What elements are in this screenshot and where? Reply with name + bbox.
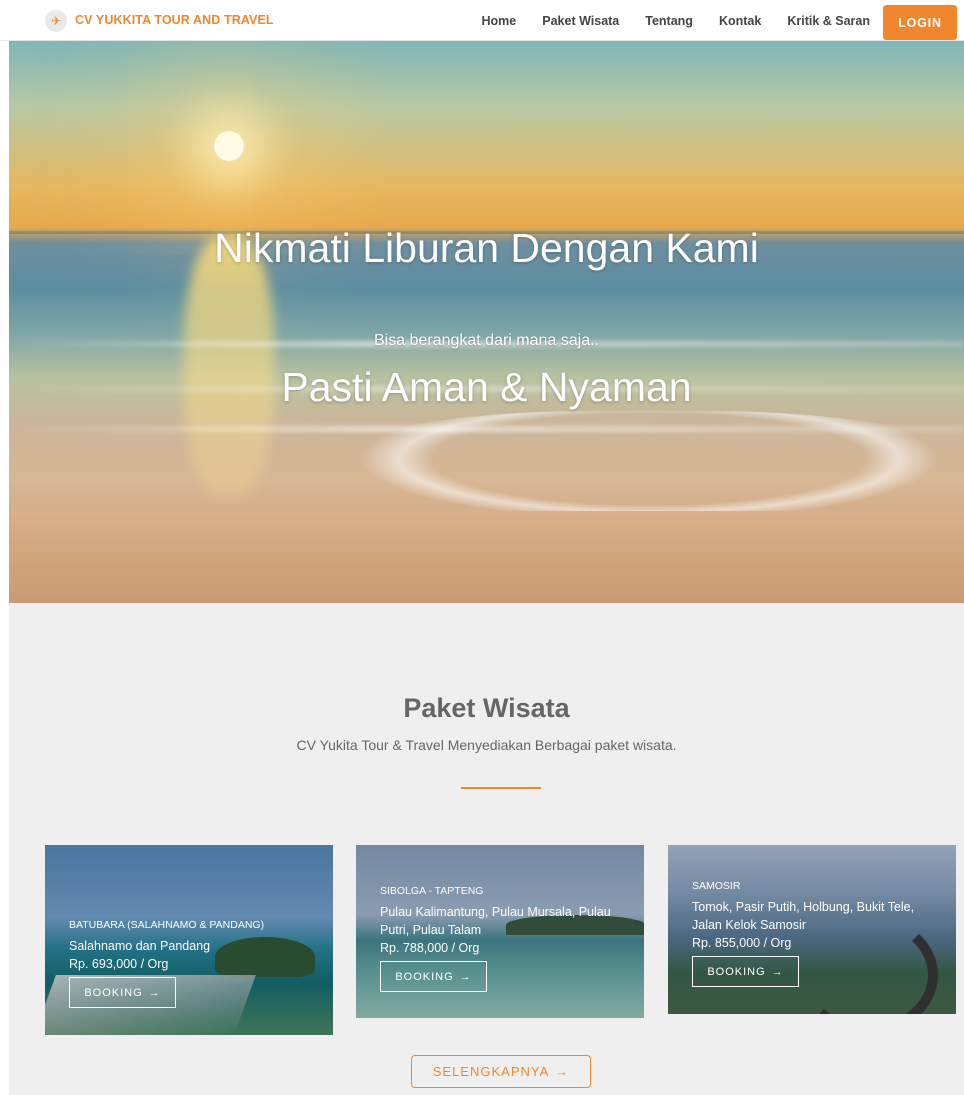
card-destinations: Salahnamo dan Pandang	[69, 939, 211, 953]
booking-button[interactable]: BOOKING →	[69, 977, 176, 1008]
nav-paket-wisata[interactable]: Paket Wisata	[542, 14, 619, 28]
card-price: Rp. 855,000 / Org	[692, 936, 792, 950]
card-region: SIBOLGA - TAPTENG	[380, 885, 484, 897]
plane-logo-icon: ✈	[45, 10, 67, 32]
booking-button[interactable]: BOOKING →	[380, 961, 487, 992]
section-divider	[461, 787, 541, 789]
booking-label: BOOKING	[707, 965, 766, 978]
hero-title: Nikmati Liburan Dengan Kami	[214, 225, 759, 271]
hero-banner: Nikmati Liburan Dengan Kami Bisa berangk…	[9, 41, 964, 603]
brand[interactable]: ✈ CV YUKKITA TOUR AND TRAVEL	[45, 10, 274, 32]
navbar: ✈ CV YUKKITA TOUR AND TRAVEL Home Paket …	[0, 0, 964, 41]
card-price: Rp. 693,000 / Org	[69, 957, 169, 971]
sand-decoration	[9, 511, 964, 603]
booking-button[interactable]: BOOKING →	[692, 956, 799, 987]
nav-kontak[interactable]: Kontak	[719, 14, 761, 28]
nav-home[interactable]: Home	[482, 14, 517, 28]
section-title: Paket Wisata	[403, 693, 570, 723]
card-region: BATUBARA (SALAHNAMO & PANDANG)	[69, 919, 265, 931]
brand-name: CV YUKKITA TOUR AND TRAVEL	[75, 13, 274, 27]
arrow-right-icon: →	[555, 1064, 570, 1079]
card-content: BATUBARA (SALAHNAMO & PANDANG) Salahnamo…	[69, 919, 319, 1008]
card-content: SIBOLGA - TAPTENG Pulau Kalimantung, Pul…	[380, 885, 630, 992]
arrow-right-icon: →	[771, 965, 784, 978]
nav-kritik-saran[interactable]: Kritik & Saran	[787, 14, 870, 28]
selengkapnya-button[interactable]: SELENGKAPNYA →	[411, 1055, 591, 1088]
package-card-samosir: SAMOSIR Tomok, Pasir Putih, Holbung, Buk…	[668, 845, 956, 1014]
card-content: SAMOSIR Tomok, Pasir Putih, Holbung, Buk…	[692, 880, 942, 987]
booking-label: BOOKING	[395, 970, 454, 983]
nav-tentang[interactable]: Tentang	[645, 14, 693, 28]
sun-decoration	[214, 131, 244, 161]
package-card-sibolga: SIBOLGA - TAPTENG Pulau Kalimantung, Pul…	[356, 845, 644, 1018]
paket-wisata-section: Paket Wisata CV Yukita Tour & Travel Men…	[9, 603, 964, 1095]
selengkapnya-label: SELENGKAPNYA	[432, 1064, 550, 1079]
login-button[interactable]: LOGIN	[883, 5, 957, 40]
card-destinations: Tomok, Pasir Putih, Holbung, Bukit Tele,…	[692, 900, 915, 932]
section-subtitle: CV Yukita Tour & Travel Menyediakan Berb…	[296, 737, 677, 753]
card-destinations: Pulau Kalimantung, Pulau Mursala, Pulau …	[380, 905, 611, 937]
hero-tagline: Pasti Aman & Nyaman	[281, 364, 692, 410]
card-region: SAMOSIR	[692, 880, 741, 892]
card-price: Rp. 788,000 / Org	[380, 941, 480, 955]
arrow-right-icon: →	[459, 970, 472, 983]
nav-links: Home Paket Wisata Tentang Kontak Kritik …	[482, 0, 870, 41]
hero-subtitle: Bisa berangkat dari mana saja..	[373, 332, 599, 349]
booking-label: BOOKING	[84, 986, 143, 999]
package-card-batubara: BATUBARA (SALAHNAMO & PANDANG) Salahnamo…	[45, 845, 333, 1035]
arrow-right-icon: →	[148, 986, 161, 999]
